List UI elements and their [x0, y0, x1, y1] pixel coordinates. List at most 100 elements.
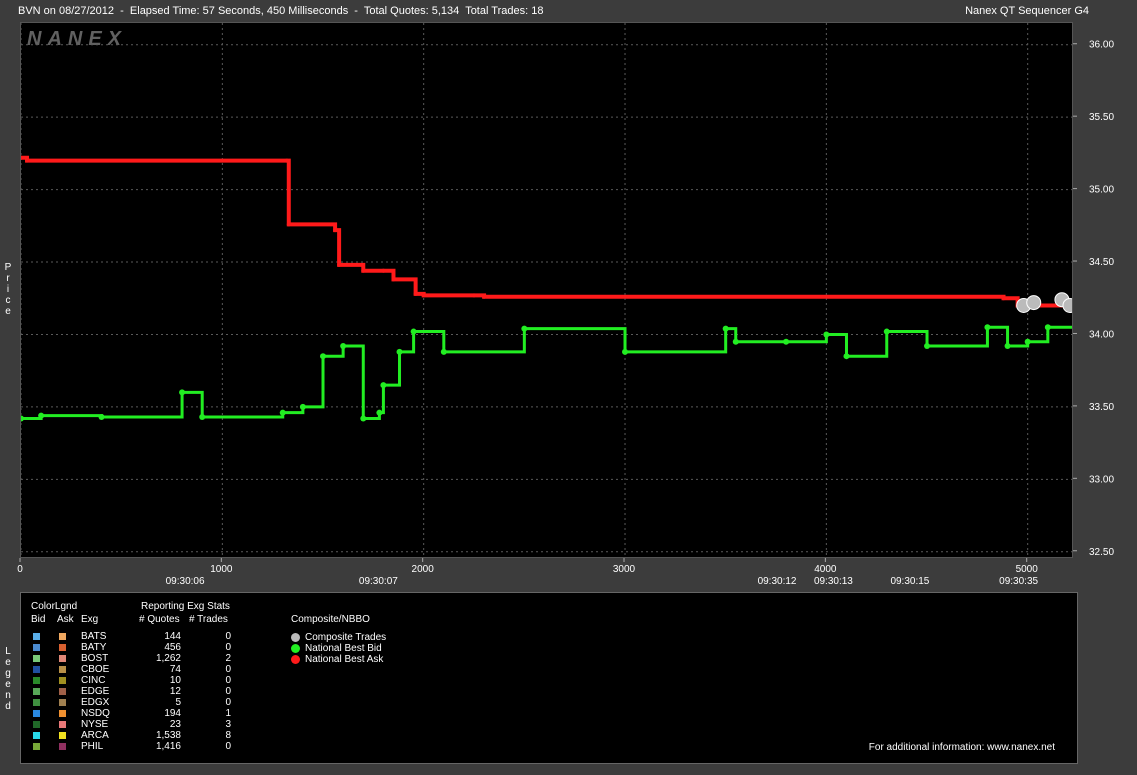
national-best-bid-line: [21, 325, 1072, 420]
ask-point: [391, 277, 396, 282]
trade-count: 0: [225, 642, 231, 653]
bid-point: [179, 389, 186, 396]
color-legend-header: ColorLgnd: [31, 601, 78, 612]
ask-point: [333, 228, 338, 233]
bid-swatch: [33, 721, 40, 728]
composite-header: Composite/NBBO: [291, 614, 370, 625]
ask-point: [421, 293, 426, 298]
chart-title: BVN on 08/27/2012 - Elapsed Time: 57 Sec…: [18, 5, 544, 17]
y-tick-label: 34.50: [1089, 257, 1114, 268]
quote-count: 1,538: [155, 730, 181, 741]
bid-point: [376, 409, 383, 416]
legend-label-letter: e: [5, 679, 11, 690]
ask-point: [381, 268, 386, 273]
bid-point: [883, 328, 890, 335]
exchange-name: NSDQ: [81, 708, 110, 719]
quote-count: 74: [169, 664, 181, 675]
plot-area[interactable]: NANEX: [20, 22, 1073, 558]
bid-swatch: [33, 710, 40, 717]
legend-row-cboe: CBOE 74 0: [21, 664, 281, 675]
trade-count: 3: [225, 719, 231, 730]
legend-row-baty: BATY 456 0: [21, 642, 281, 653]
bid-point: [924, 343, 931, 350]
trade-count: 0: [225, 741, 231, 752]
composite-label: Composite Trades: [305, 632, 387, 643]
bid-point: [396, 348, 403, 355]
y-tick-label: 32.50: [1089, 547, 1114, 558]
composite-marker: [291, 655, 300, 664]
bid-swatch: [33, 633, 40, 640]
x-tick-label: 1000: [210, 564, 233, 575]
legend-label-letter: L: [5, 646, 11, 657]
bid-point: [440, 348, 447, 355]
bid-point: [521, 325, 528, 332]
x-tick-label: 3000: [613, 564, 636, 575]
x-tick-label: 5000: [1016, 564, 1039, 575]
ask-swatch: [59, 721, 66, 728]
bid-point: [199, 414, 206, 421]
ask-swatch: [59, 677, 66, 684]
trade-count: 0: [225, 664, 231, 675]
exchange-name: PHIL: [81, 741, 104, 752]
ask-header: Ask: [57, 614, 74, 625]
composite-trade-point: [1062, 297, 1072, 313]
exg-header: Exg: [81, 614, 99, 625]
quotes-header: # Quotes: [139, 614, 180, 625]
nanex-watermark: NANEX: [27, 28, 127, 50]
bid-point: [722, 325, 729, 332]
bid-point: [21, 415, 24, 422]
quote-count: 144: [164, 631, 181, 642]
bid-point: [98, 414, 105, 421]
exchange-name: CBOE: [81, 664, 110, 675]
bid-swatch: [33, 666, 40, 673]
footer-text: For additional information: www.nanex.ne…: [868, 742, 1055, 753]
exchange-name: EDGE: [81, 686, 110, 697]
price-label-letter: P: [4, 262, 12, 273]
chart-svg: NANEX: [21, 23, 1072, 557]
x-tick-label: 2000: [412, 564, 435, 575]
exchange-name: EDGX: [81, 697, 110, 708]
ask-swatch: [59, 743, 66, 750]
legend-label-letter: d: [5, 701, 11, 712]
bid-point: [823, 331, 830, 338]
bid-point: [783, 338, 790, 345]
legend-row-edge: EDGE 12 0: [21, 686, 281, 697]
title-bar: BVN on 08/27/2012 - Elapsed Time: 57 Sec…: [0, 0, 1137, 22]
price-label-letter: r: [6, 273, 10, 284]
quote-count: 5: [175, 697, 181, 708]
composite-legend-item: National Best Ask: [291, 654, 491, 665]
ask-swatch: [59, 732, 66, 739]
quote-count: 1,262: [155, 653, 181, 664]
exchange-name: NYSE: [81, 719, 109, 730]
quote-count: 12: [169, 686, 181, 697]
legend-row-bats: BATS 144 0: [21, 631, 281, 642]
quote-count: 23: [169, 719, 181, 730]
legend-label-letter: g: [5, 668, 11, 679]
x-tick-label: 4000: [814, 564, 837, 575]
bid-point: [984, 324, 991, 331]
legend-row-nyse: NYSE 23 3: [21, 719, 281, 730]
legend-row-cinc: CINC 10 0: [21, 675, 281, 686]
bid-point: [410, 328, 417, 335]
ask-point: [413, 291, 418, 296]
bid-point: [622, 348, 629, 355]
composite-marker: [291, 633, 300, 642]
ask-swatch: [59, 633, 66, 640]
bid-point: [38, 412, 45, 419]
bid-point: [1044, 324, 1051, 331]
quote-count: 456: [164, 642, 181, 653]
trades-header: # Trades: [189, 614, 228, 625]
quote-count: 10: [169, 675, 181, 686]
exchange-name: BATY: [81, 642, 107, 653]
price-label-letter: e: [5, 306, 11, 317]
ask-swatch: [59, 688, 66, 695]
x-tick-label: 0: [17, 564, 23, 575]
bid-point: [843, 353, 850, 360]
bid-point: [340, 343, 347, 350]
bid-swatch: [33, 688, 40, 695]
time-label: 09:30:06: [166, 576, 205, 587]
composite-legend-item: Composite Trades: [291, 632, 491, 643]
y-tick-label: 36.00: [1089, 40, 1114, 51]
ask-swatch: [59, 644, 66, 651]
bid-swatch: [33, 644, 40, 651]
